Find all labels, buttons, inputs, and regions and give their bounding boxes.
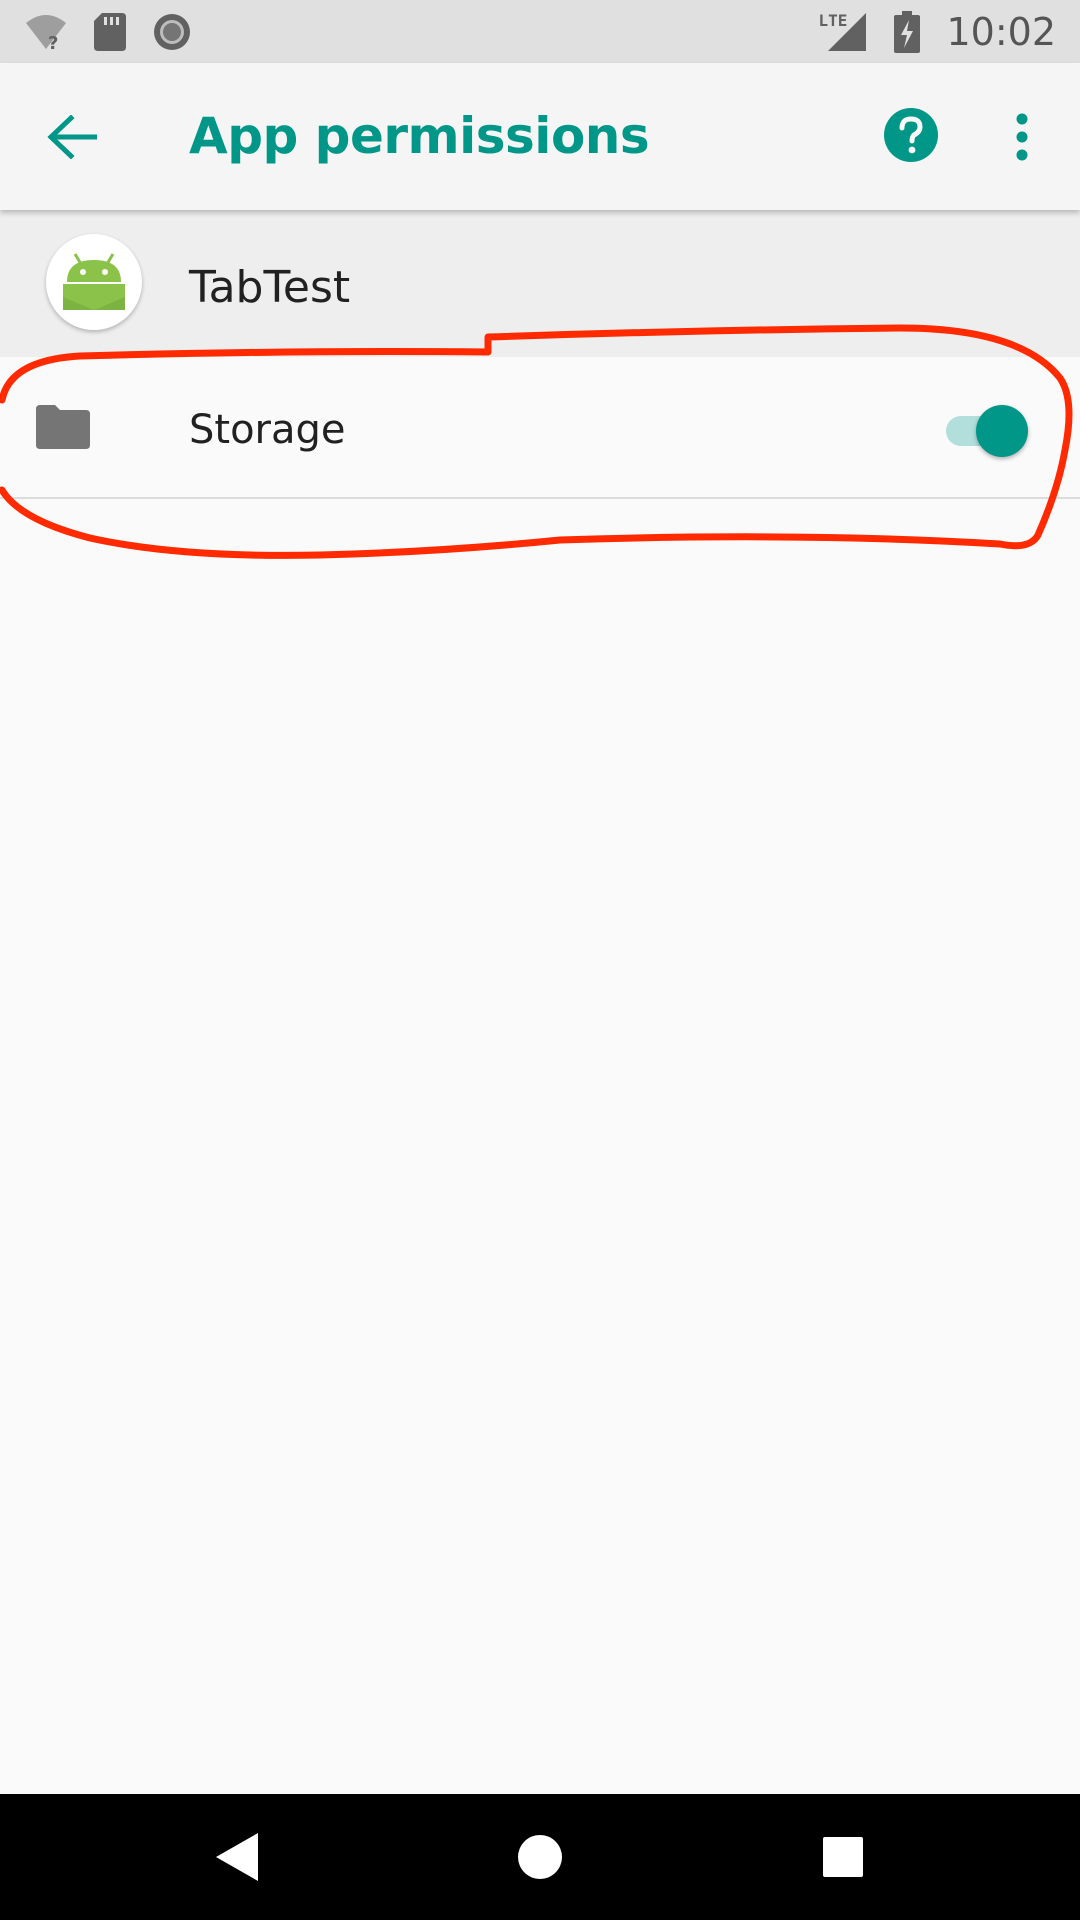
nav-recents-button[interactable] <box>808 1822 878 1892</box>
wifi-unknown-icon: ? <box>24 13 68 51</box>
record-icon <box>152 12 192 52</box>
more-options-button[interactable] <box>1002 103 1042 171</box>
permission-label: Storage <box>189 407 346 453</box>
nav-back-button[interactable] <box>202 1822 272 1892</box>
app-header: TabTest <box>0 210 1080 357</box>
storage-toggle-switch[interactable] <box>944 400 1032 458</box>
android-icon <box>63 253 125 310</box>
toolbar: App permissions <box>0 63 1080 210</box>
lte-signal-icon: LTE <box>818 11 868 53</box>
home-circle-icon <box>518 1835 562 1879</box>
status-bar: ? LTE 10:02 <box>0 0 1080 63</box>
nav-home-button[interactable] <box>505 1822 575 1892</box>
switch-thumb <box>976 405 1028 457</box>
battery-charging-icon <box>894 10 921 53</box>
status-right-icons: LTE 10:02 <box>818 9 1056 54</box>
help-icon <box>884 108 938 162</box>
back-triangle-icon <box>216 1833 258 1881</box>
more-vert-icon <box>1016 113 1028 161</box>
app-name: TabTest <box>189 262 351 313</box>
network-type-label: LTE <box>818 10 848 30</box>
app-avatar <box>46 234 142 330</box>
permission-row-storage[interactable]: Storage <box>0 357 1080 499</box>
recents-square-icon <box>823 1837 863 1877</box>
screen: ? LTE 10:02 App permissions TabTest Stor… <box>0 0 1080 1920</box>
arrow-back-icon <box>47 115 97 159</box>
page-title: App permissions <box>189 107 650 165</box>
navigation-bar <box>0 1794 1080 1920</box>
folder-icon <box>36 405 90 451</box>
sd-card-icon <box>94 12 126 51</box>
clock: 10:02 <box>946 9 1056 54</box>
help-button[interactable] <box>883 107 939 163</box>
svg-text:?: ? <box>48 33 58 51</box>
back-button[interactable] <box>42 107 102 167</box>
status-left-icons: ? <box>24 12 192 52</box>
